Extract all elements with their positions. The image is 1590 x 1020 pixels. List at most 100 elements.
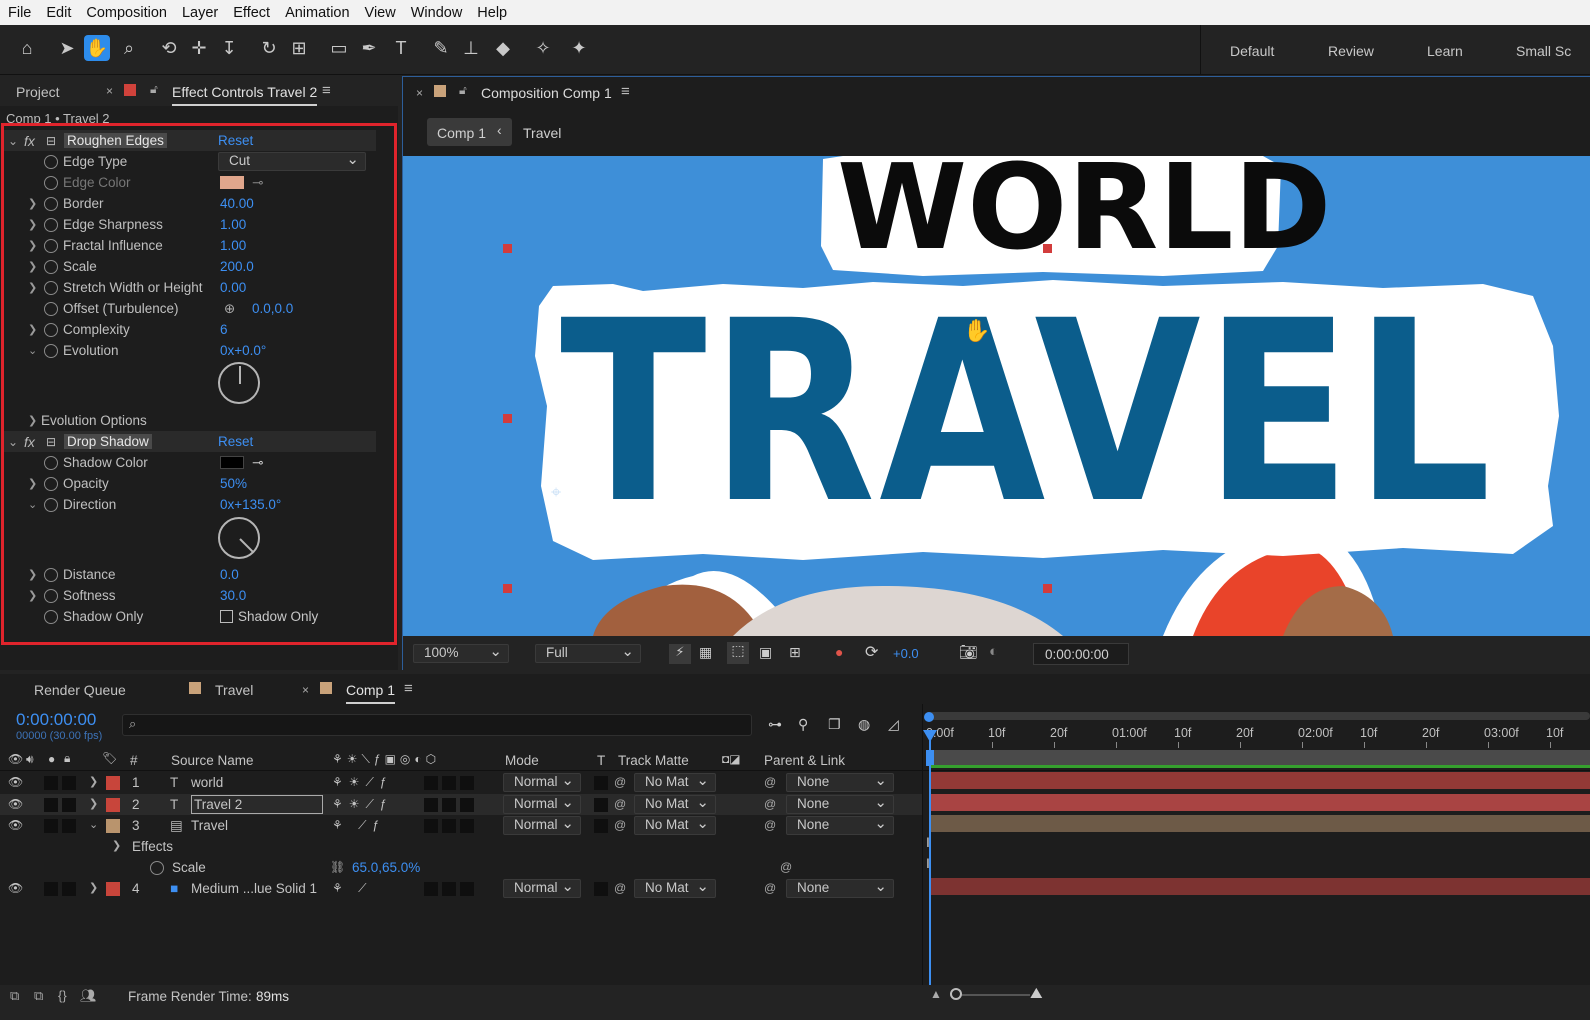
workspace-default[interactable]: Default <box>1230 43 1274 59</box>
layer-2-duration-bar[interactable] <box>930 794 1590 811</box>
motion-blur-toggle[interactable] <box>424 776 438 790</box>
composition-mini-flowchart-icon[interactable]: ⊶ <box>768 716 782 733</box>
menu-file[interactable]: File <box>8 5 31 21</box>
resolution-dropdown[interactable]: Full <box>535 642 641 663</box>
selection-tool-icon[interactable]: ➤ <box>54 35 80 61</box>
motion-blur-toggle[interactable] <box>424 882 438 896</box>
audio-icon[interactable]: 🔊︎ <box>26 752 34 767</box>
drop-shadow-row-3[interactable]: ❯ Distance 0.0 <box>4 564 376 585</box>
layer-switches[interactable]: ⚘ ⟋ƒ <box>332 818 385 833</box>
tab-render-queue[interactable]: Render Queue <box>34 682 126 698</box>
preserve-transparency-toggle[interactable] <box>594 882 608 896</box>
stopwatch-icon[interactable] <box>44 476 58 491</box>
stopwatch-icon[interactable] <box>44 259 58 274</box>
stopwatch-icon[interactable] <box>44 343 58 358</box>
layer-switches[interactable]: ⚘☀⟋ƒ <box>332 775 393 790</box>
stopwatch-icon[interactable] <box>44 175 58 190</box>
frame-blending-icon[interactable]: ◍ <box>858 716 870 733</box>
mask-visibility-icon[interactable]: ⬚ <box>727 642 749 664</box>
layer-row-4[interactable]: 👁︎ ❯ 4 ■ Medium ...lue Solid 1 ⚘ ⟋ Normal @ No M… <box>0 877 922 899</box>
constrain-proportions-icon[interactable]: ⛓ <box>330 860 345 874</box>
layer-1-duration-bar[interactable] <box>930 772 1590 789</box>
source-name-header[interactable]: Source Name <box>171 753 254 768</box>
stopwatch-icon[interactable] <box>44 609 58 624</box>
zoom-dropdown[interactable]: 100% <box>413 642 509 663</box>
timeline-zoom-slider[interactable] <box>950 994 1030 996</box>
stopwatch-icon[interactable] <box>44 322 58 337</box>
roto-brush-tool-icon[interactable]: ✧ <box>530 35 556 61</box>
preserve-transparency-toggle[interactable] <box>594 776 608 790</box>
property-value[interactable]: 50% <box>220 476 247 491</box>
property-value[interactable]: 0.00 <box>220 280 246 295</box>
zoom-in-icon[interactable]: ⛰ <box>1030 985 1043 1002</box>
label-color-swatch[interactable] <box>106 882 120 896</box>
stopwatch-icon[interactable] <box>150 861 164 875</box>
layer-handle[interactable] <box>1043 584 1052 593</box>
lock-icon[interactable]: 🔒︎ <box>64 751 70 766</box>
chevron-right-icon[interactable]: ❯ <box>28 568 37 581</box>
label-tag-icon[interactable]: 🏷︎ <box>102 751 117 765</box>
fx-toggle-icon[interactable]: fx <box>24 133 35 149</box>
time-ruler[interactable]: 0:00f 10f 20f 01:00f 10f 20f 02:00f 10f 20f 03:00… <box>922 724 1590 748</box>
clone-stamp-tool-icon[interactable]: ⊥ <box>458 35 484 61</box>
home-icon[interactable]: ⌂ <box>14 35 40 61</box>
layer-row-2[interactable]: 👁︎ ❯ 2 T Travel 2 ⚘☀⟋ƒ Normal @ No Mat @ None <box>0 793 922 815</box>
reset-link[interactable]: Reset <box>218 434 253 449</box>
label-color-swatch[interactable] <box>106 819 120 833</box>
fx-toggle-icon[interactable]: fx <box>24 434 35 450</box>
parent-pickwhip-icon[interactable]: @ <box>764 881 776 895</box>
stopwatch-icon[interactable] <box>44 217 58 232</box>
workspace-small-screen[interactable]: Small Sc <box>1516 43 1571 59</box>
layer-switches[interactable]: ⚘ ⟋ <box>332 881 373 896</box>
eraser-tool-icon[interactable]: ◆ <box>490 35 516 61</box>
parent-pickwhip-icon[interactable]: @ <box>764 775 776 789</box>
motion-blur-toggle[interactable] <box>424 798 438 812</box>
track-matte-dropdown[interactable]: No Mat <box>634 877 716 898</box>
tab-comp-1[interactable]: Comp 1 <box>346 682 396 704</box>
orbit-tool-icon[interactable]: ⟲ <box>156 35 182 61</box>
pan-tool-icon[interactable]: ✛ <box>186 35 212 61</box>
drop-shadow-row-0[interactable]: Shadow Color ⊸ <box>4 452 376 473</box>
crosshair-icon[interactable]: ⊕ <box>224 301 235 317</box>
stopwatch-icon[interactable] <box>44 455 58 470</box>
property-value[interactable]: 6 <box>220 322 228 337</box>
reset-link[interactable]: Reset <box>218 133 253 148</box>
chevron-right-icon[interactable]: ❯ <box>112 839 121 852</box>
work-area-start-handle[interactable] <box>924 712 934 722</box>
layer-switches[interactable]: ⚘☀⟋ƒ <box>332 797 393 812</box>
pen-tool-icon[interactable]: ✒ <box>356 35 382 61</box>
chevron-right-icon[interactable]: ❯ <box>28 414 37 427</box>
parent-dropdown[interactable]: None <box>786 877 894 898</box>
comp-breadcrumb-button[interactable]: Comp 1 ‹ <box>427 118 512 146</box>
drop-shadow-row-4[interactable]: ❯ Softness 30.0 <box>4 585 376 606</box>
property-value[interactable]: 40.00 <box>220 196 254 211</box>
menu-edit[interactable]: Edit <box>46 5 71 21</box>
layer-name[interactable]: Travel <box>191 818 228 833</box>
eye-icon[interactable]: 👁︎ <box>8 881 23 895</box>
layer-row-1[interactable]: 👁︎ ❯ 1 Tworld ⚘☀⟋ƒ Normal @ No Mat @ None <box>0 771 922 793</box>
workspace-learn[interactable]: Learn <box>1427 43 1463 59</box>
roughen-row-9[interactable]: ⌄ Evolution 0x+0.0° <box>4 340 376 361</box>
evolution-dial[interactable] <box>218 362 260 404</box>
zoom-slider-handle[interactable] <box>950 988 962 1000</box>
track-matte-dropdown[interactable]: No Mat <box>634 814 716 835</box>
track-matte-header[interactable]: Track Matte <box>618 753 689 768</box>
3d-layer-toggle[interactable] <box>460 882 474 896</box>
chevron-down-icon[interactable]: ⌄ <box>28 344 37 357</box>
blend-mode-dropdown[interactable]: Normal <box>503 771 581 792</box>
chevron-right-icon[interactable]: ❯ <box>28 218 37 231</box>
stopwatch-icon[interactable] <box>44 567 58 582</box>
edge-type-dropdown[interactable]: Cut <box>218 150 366 171</box>
effect-header-roughen-edges[interactable]: ⌄ fx ⊟ Roughen Edges Reset <box>4 130 376 151</box>
chevron-right-icon[interactable]: ❯ <box>89 775 98 788</box>
layer-4-duration-bar[interactable] <box>930 878 1590 895</box>
scale-value[interactable]: 65.0,65.0% <box>352 860 420 875</box>
3d-layer-toggle[interactable] <box>460 798 474 812</box>
stopwatch-icon[interactable] <box>44 301 58 316</box>
chevron-right-icon[interactable]: ❯ <box>28 197 37 210</box>
property-value[interactable]: 0x+135.0° <box>220 497 281 512</box>
roughen-row-3[interactable]: ❯ Edge Sharpness 1.00 <box>4 214 376 235</box>
evolution-options-row[interactable]: ❯ Evolution Options <box>4 410 376 431</box>
type-tool-icon[interactable]: T <box>388 35 414 61</box>
chevron-right-icon[interactable]: ❯ <box>28 281 37 294</box>
